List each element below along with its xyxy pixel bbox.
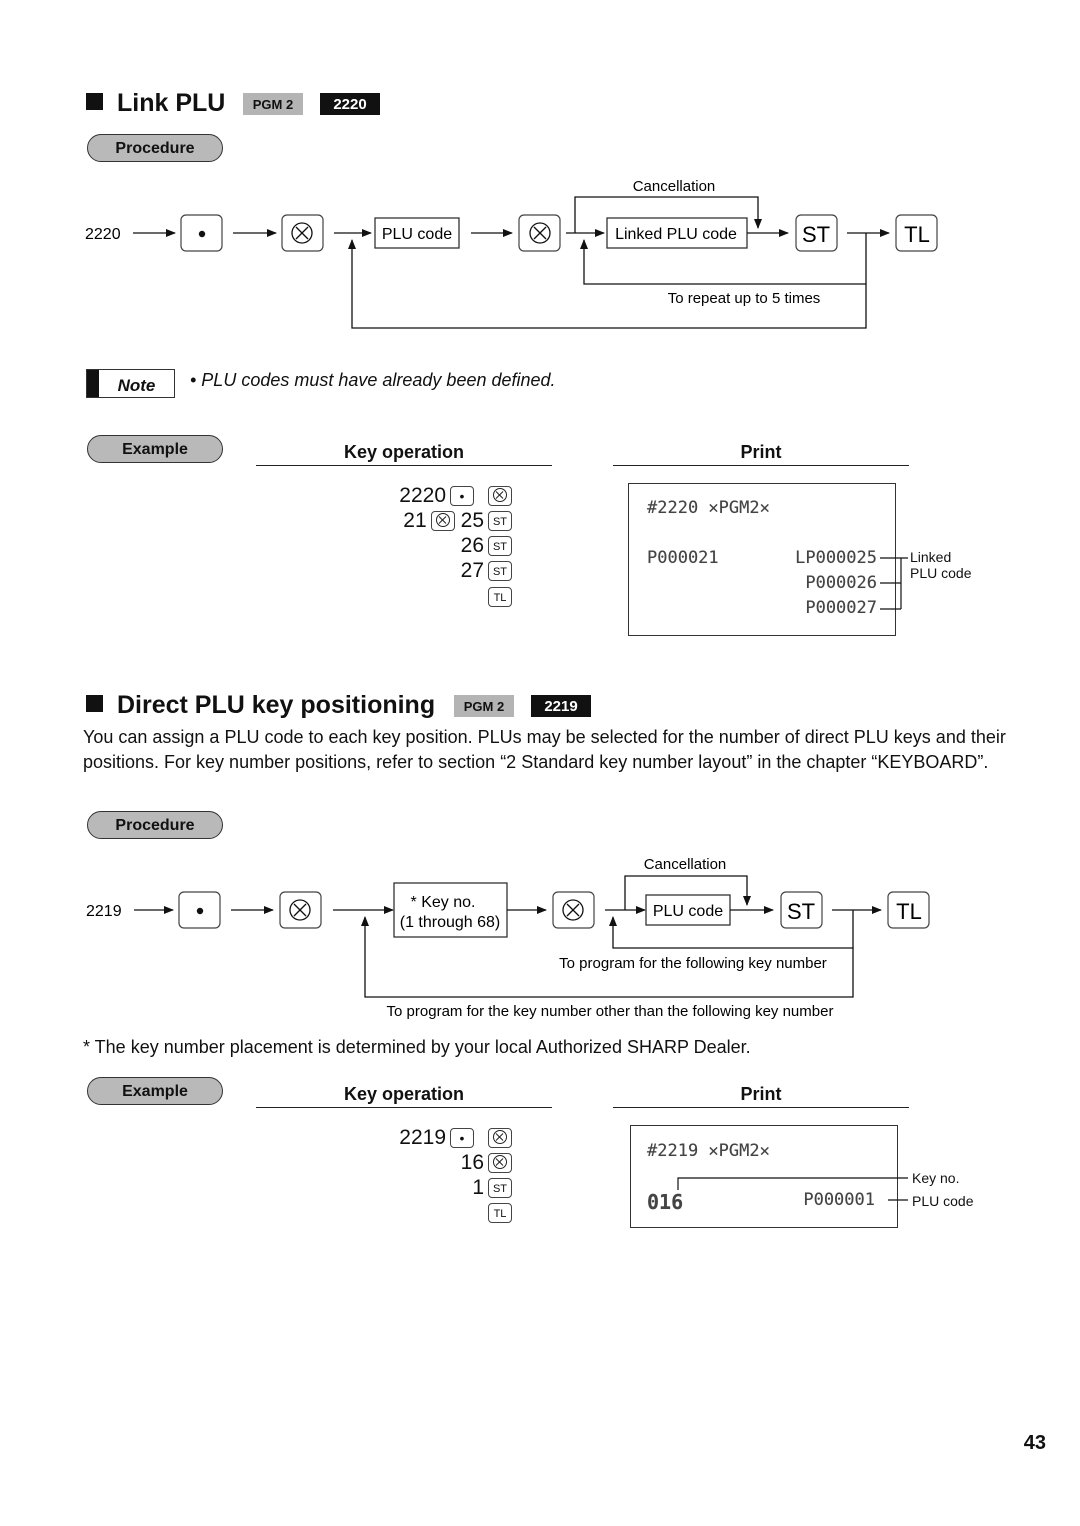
- key-op-line: 2219 •: [360, 1126, 512, 1150]
- key-op-line: TL: [360, 1201, 512, 1225]
- direct-plu-flow-diagram: 2219 * Key no. (1 through 68) Cancellati…: [86, 856, 930, 1020]
- multiply-key-icon: [430, 511, 455, 532]
- link-plu-flow-diagram: 2220 PLU code Cancellation Linked PLU co…: [85, 178, 938, 329]
- example-label: Example: [87, 1077, 223, 1105]
- key-op-line: 21 25 ST: [360, 509, 512, 533]
- key-op-value: 16: [460, 1151, 484, 1174]
- key-operation-header: Key operation: [256, 1083, 552, 1108]
- mode-badge: PGM 2: [454, 695, 514, 717]
- procedure-label: Procedure: [87, 134, 223, 162]
- key-op-value: 21: [403, 509, 427, 532]
- note-text: • PLU codes must have already been defin…: [190, 370, 556, 390]
- key-operation-header: Key operation: [256, 441, 552, 466]
- footnote: * The key number placement is determined…: [83, 1037, 751, 1057]
- square-bullet-icon: [86, 695, 103, 712]
- key-op-line: 1 ST: [360, 1176, 512, 1200]
- start-code: 2220: [85, 226, 121, 243]
- key-op-value: 27: [460, 559, 484, 582]
- note-label: Note: [117, 376, 156, 395]
- st-key-label: ST: [787, 899, 815, 924]
- plu-code-box-label: PLU code: [653, 903, 723, 920]
- key-op-value: 2220: [399, 484, 446, 507]
- key-op-value: 1: [472, 1176, 484, 1199]
- key-op-value: 2219: [399, 1126, 446, 1149]
- key-op-line: TL: [360, 585, 512, 609]
- receipt-plu: P000021: [647, 548, 719, 568]
- annotation-key-no: Key no.: [912, 1170, 960, 1186]
- receipt-linked-plu: P000026: [805, 573, 877, 593]
- multiply-key-icon: [488, 486, 512, 507]
- cancellation-label: Cancellation: [633, 178, 716, 195]
- dot-key: [180, 214, 223, 252]
- square-bullet-icon: [86, 93, 103, 110]
- linked-plu-code-label: Linked PLU code: [615, 226, 737, 243]
- tl-key-icon: TL: [488, 587, 512, 608]
- multiply-key: [279, 891, 322, 929]
- receipt-print: #2220 ✕PGM2✕ P000021 LP000025 P000026 P0…: [628, 483, 896, 636]
- note-badge: Note: [86, 369, 175, 398]
- cancellation-label: Cancellation: [644, 856, 727, 873]
- tl-key-label: TL: [904, 222, 930, 247]
- receipt-annotation-lines: [677, 1177, 908, 1201]
- example-label: Example: [87, 435, 223, 463]
- annotation-line: Linked: [910, 549, 952, 565]
- st-key-icon: ST: [488, 561, 512, 582]
- dot-icon: [196, 907, 204, 915]
- note-bar: [87, 370, 99, 397]
- receipt-linked-plu: P000027: [805, 598, 877, 618]
- section-title-link-plu: Link PLU: [86, 89, 225, 117]
- annotation-line: PLU code: [910, 565, 972, 581]
- key-op-line: 27 ST: [360, 559, 512, 583]
- other-key-label: To program for the key number other than…: [387, 1003, 834, 1020]
- multiply-key: [281, 214, 324, 252]
- dot-icon: [198, 230, 206, 238]
- dot-key: [178, 891, 221, 929]
- dot-key-icon: •: [450, 1128, 474, 1149]
- section-title-text: Link PLU: [117, 89, 226, 117]
- mode-badge: PGM 2: [243, 93, 303, 115]
- multiply-key: [518, 214, 561, 252]
- key-op-value: 25: [460, 509, 484, 532]
- receipt-linked-plu: LP000025: [795, 548, 877, 568]
- job-code-badge: 2219: [531, 695, 591, 717]
- multiply-key-icon: [488, 1153, 512, 1174]
- st-key-icon: ST: [488, 511, 512, 532]
- print-header: Print: [613, 441, 909, 466]
- job-code-badge: 2220: [320, 93, 380, 115]
- tl-key-label: TL: [896, 899, 922, 924]
- st-key-label: ST: [802, 222, 830, 247]
- dot-key-icon: •: [450, 486, 474, 507]
- key-no-box-line1: * Key no.: [411, 894, 476, 911]
- st-key-icon: ST: [488, 1178, 512, 1199]
- print-header: Print: [613, 1083, 909, 1108]
- page-number: 43: [1023, 1432, 1046, 1454]
- receipt-annotation-linked-plu: Linked PLU code: [910, 549, 971, 581]
- section-title-text: Direct PLU key positioning: [117, 691, 436, 719]
- key-no-box-line2: (1 through 68): [400, 914, 501, 931]
- st-key-icon: ST: [488, 536, 512, 557]
- annotation-plu-code: PLU code: [912, 1193, 974, 1209]
- plu-code-box-label: PLU code: [382, 226, 452, 243]
- following-key-label: To program for the following key number: [559, 955, 827, 972]
- key-op-value: 26: [460, 534, 484, 557]
- repeat-label: To repeat up to 5 times: [668, 290, 821, 307]
- receipt-header: #2220 ✕PGM2✕: [647, 498, 770, 518]
- procedure-label: Procedure: [87, 811, 223, 839]
- key-op-line: 26 ST: [360, 534, 512, 558]
- multiply-key: [552, 891, 595, 929]
- key-op-line: 2220 •: [360, 484, 512, 508]
- tl-key-icon: TL: [488, 1203, 512, 1224]
- description-paragraph: You can assign a PLU code to each key po…: [83, 727, 1006, 772]
- section-title-direct-plu: Direct PLU key positioning: [86, 691, 435, 719]
- receipt-header: #2219 ✕PGM2✕: [647, 1141, 770, 1161]
- key-op-line: 16: [360, 1151, 512, 1175]
- multiply-key-icon: [488, 1128, 512, 1149]
- start-code: 2219: [86, 903, 122, 920]
